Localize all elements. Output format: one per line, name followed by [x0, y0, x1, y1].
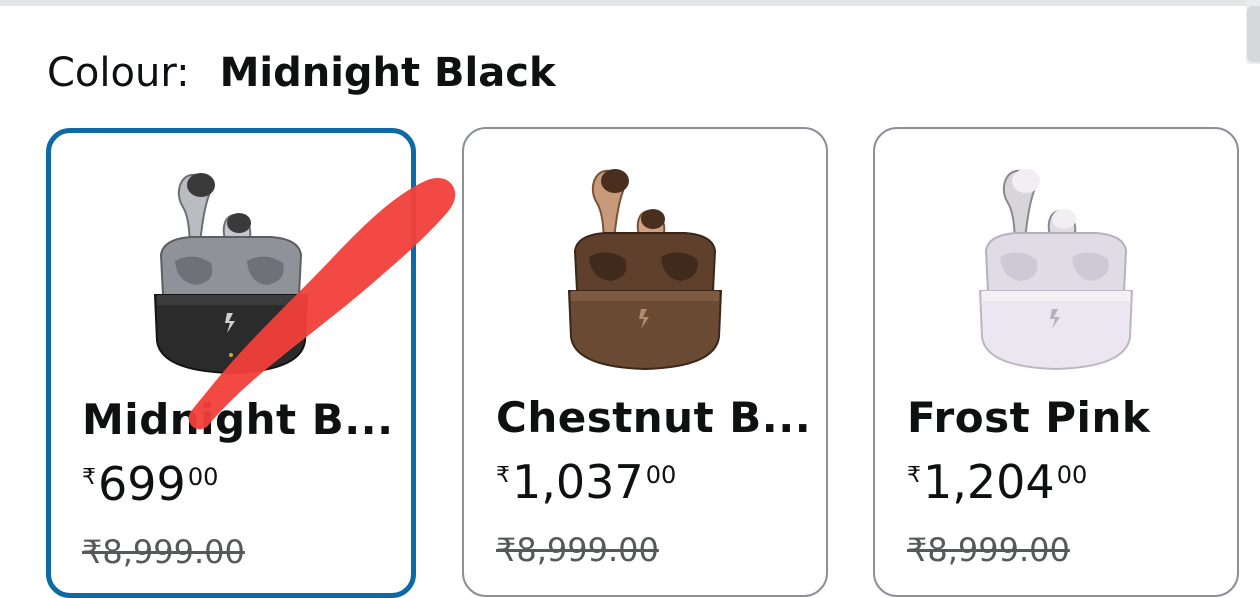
currency-symbol: ₹ [82, 465, 96, 490]
swatch-name: Midnight B... [82, 395, 394, 444]
price-fraction: 00 [645, 461, 677, 489]
colour-selector-header: Colour: Midnight Black [47, 50, 556, 100]
currency-symbol: ₹ [496, 463, 510, 488]
price-fraction: 00 [187, 463, 219, 491]
earbuds-image [875, 151, 1237, 381]
list-price-strikethrough: ₹8,999.00 [82, 533, 245, 571]
price-fraction: 00 [1056, 461, 1088, 489]
earbuds-image [51, 155, 411, 385]
swatch-price: ₹ 1,037 00 [496, 455, 676, 509]
price-whole: 1,204 [923, 455, 1055, 509]
earbuds-image [464, 151, 826, 381]
swatch-price: ₹ 699 00 [82, 457, 218, 511]
scrollbar-thumb[interactable] [1247, 6, 1260, 62]
colour-swatch-chestnut-brown[interactable]: Chestnut B... ₹ 1,037 00 ₹8,999.00 [462, 127, 828, 597]
currency-symbol: ₹ [907, 463, 921, 488]
swatch-price: ₹ 1,204 00 [907, 455, 1087, 509]
swatch-name: Chestnut B... [496, 393, 812, 442]
colour-swatch-frost-pink[interactable]: Frost Pink ₹ 1,204 00 ₹8,999.00 [873, 127, 1239, 597]
swatch-name: Frost Pink [907, 393, 1151, 442]
page-top-divider [0, 0, 1246, 6]
list-price-strikethrough: ₹8,999.00 [907, 531, 1070, 569]
colour-label: Colour: [47, 50, 190, 96]
selected-colour-value: Midnight Black [219, 50, 556, 96]
colour-swatch-midnight-black[interactable]: Midnight B... ₹ 699 00 ₹8,999.00 [46, 128, 416, 598]
price-whole: 1,037 [512, 455, 644, 509]
list-price-strikethrough: ₹8,999.00 [496, 531, 659, 569]
price-whole: 699 [98, 457, 186, 511]
